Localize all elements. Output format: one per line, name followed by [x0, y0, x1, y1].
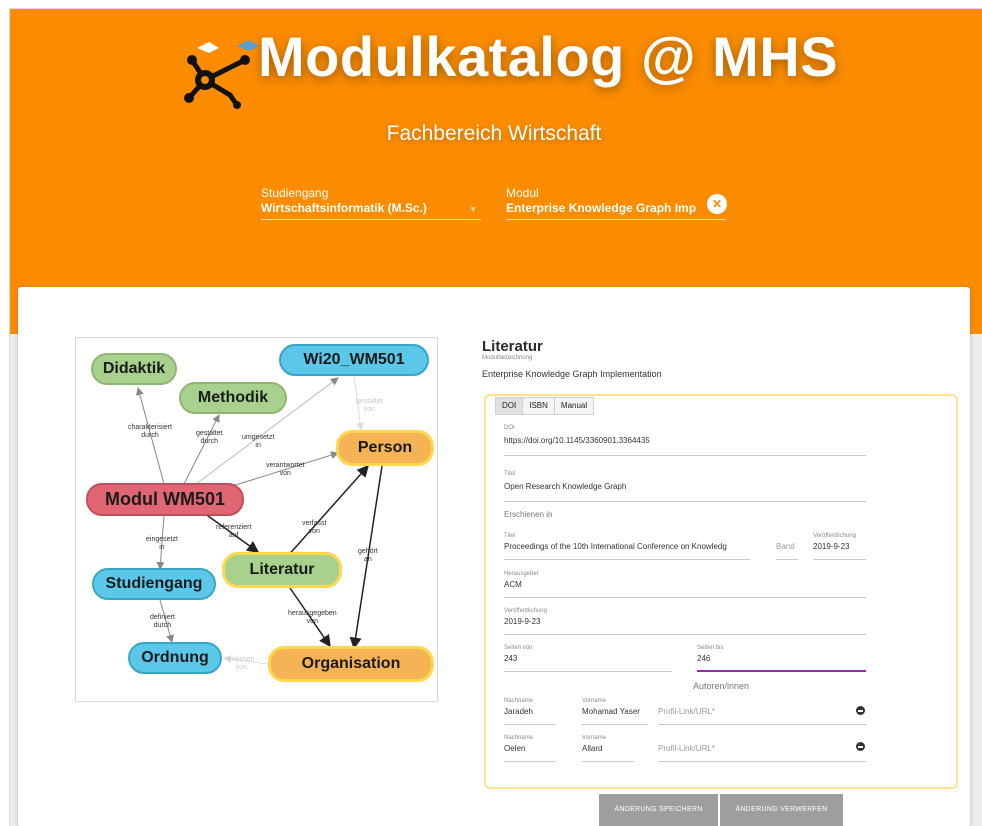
edge-label-verfasst: verfasst von	[302, 520, 327, 535]
discard-changes-button[interactable]: ÄNDERUNG VERWERFEN	[720, 794, 843, 826]
node-methodik[interactable]: Methodik	[179, 382, 287, 414]
pages-from-field[interactable]: Seiten von 243	[504, 644, 672, 672]
author-firstname-value: Mohamad Yaser	[582, 707, 640, 716]
chevron-down-icon: ▼	[469, 205, 477, 214]
venue-title-label: Titel	[504, 533, 516, 539]
venue-date-value: 2019-9-23	[813, 542, 850, 551]
author-profile-placeholder: Profil-Link/URL*	[658, 707, 715, 716]
doi-value: https://doi.org/10.1145/3360901.3364435	[504, 436, 650, 445]
author-firstname-label: Vorname	[582, 698, 607, 704]
edge-label-gehoert: gehört an	[358, 548, 378, 563]
edge-label-gestaltet-von: gestaltet von	[356, 398, 383, 413]
publisher-field[interactable]: Herausgeber ACM	[504, 570, 866, 598]
edge-label-definiert: definiert durch	[150, 614, 175, 629]
author-firstname-field[interactable]: Vorname Allard	[582, 734, 634, 762]
remove-author-icon[interactable]	[856, 706, 865, 715]
node-wi20-wm501[interactable]: Wi20_WM501	[279, 344, 429, 376]
study-program-label: Studiengang	[261, 186, 329, 200]
title-value: Open Research Knowledge Graph	[504, 482, 627, 491]
study-program-select[interactable]: Studiengang Wirtschaftsinformatik (M.Sc.…	[261, 186, 481, 220]
author-firstname-label: Vorname	[582, 735, 607, 741]
author-profile-placeholder: Profil-Link/URL*	[658, 744, 715, 753]
venue-title-field[interactable]: Titel Proceedings of the 10th Internatio…	[504, 532, 750, 560]
node-modul-wm501[interactable]: Modul WM501	[86, 483, 244, 516]
node-literatur[interactable]: Literatur	[222, 552, 342, 588]
venue-title-value: Proceedings of the 10th International Co…	[504, 542, 727, 551]
publisher-value: ACM	[504, 580, 522, 589]
edge-label-umgesetzt: umgesetzt in	[242, 434, 275, 449]
node-organisation[interactable]: Organisation	[268, 646, 434, 682]
venue-date-field[interactable]: Veröffentlichung 2019-9-23	[813, 532, 866, 560]
node-didaktik[interactable]: Didaktik	[91, 353, 177, 385]
doi-label: DOI	[504, 425, 515, 431]
band-field[interactable]: Band	[776, 532, 798, 560]
edge-label-herausgegeben: herausgegeben von	[288, 610, 337, 625]
title-field[interactable]: Titel Open Research Knowledge Graph	[504, 470, 866, 502]
edge-label-eingesetzt: eingesetzt in	[146, 536, 178, 551]
remove-author-icon[interactable]	[856, 742, 865, 751]
study-program-value: Wirtschaftsinformatik (M.Sc.)	[261, 201, 427, 215]
knowledge-graph: Didaktik Methodik Wi20_WM501 Person Modu…	[75, 337, 438, 702]
module-label: Modul	[506, 186, 539, 200]
edge-label-referenziert: referenziert auf	[216, 524, 252, 539]
pages-to-value: 246	[697, 654, 711, 663]
publication-date-field[interactable]: Veröffentlichung 2019-9-23	[504, 607, 866, 635]
edge-label-charakterisiert: charakterisiert durch	[128, 424, 172, 439]
module-value: Enterprise Knowledge Graph Implementatio…	[506, 201, 696, 215]
author-lastname-field[interactable]: Nachname Oelen	[504, 734, 556, 762]
module-select[interactable]: Modul Enterprise Knowledge Graph Impleme…	[506, 186, 726, 220]
pages-from-value: 243	[504, 654, 518, 663]
publication-date-value: 2019-9-23	[504, 617, 541, 626]
logo-icon	[184, 40, 259, 109]
edge-label-verantwortet: verantwortet von	[266, 462, 305, 477]
edge-label-gestaltet: gestaltet durch	[196, 430, 223, 445]
doi-field[interactable]: DOI https://doi.org/10.1145/3360901.3364…	[504, 424, 866, 456]
authors-heading: Autoren/innen	[692, 681, 750, 691]
module-name-value: Enterprise Knowledge Graph Implementatio…	[482, 369, 662, 379]
author-profile-field[interactable]: Profil-Link/URL*	[658, 734, 866, 762]
author-lastname-field[interactable]: Nachname Jaradeh	[504, 697, 556, 725]
tab-manual[interactable]: Manual	[554, 398, 594, 414]
node-person[interactable]: Person	[336, 430, 434, 466]
author-firstname-value: Allard	[582, 744, 603, 753]
author-lastname-value: Jaradeh	[504, 707, 533, 716]
publication-date-label: Veröffentlichung	[504, 608, 547, 614]
author-profile-field[interactable]: Profil-Link/URL*	[658, 697, 866, 725]
venue-date-label: Veröffentlichung	[813, 533, 856, 539]
edge-label-erlassen: erlassen von	[228, 656, 255, 671]
published-in-heading: Erschienen in	[504, 510, 553, 519]
input-mode-tabs: DOI ISBN Manual	[495, 397, 595, 415]
band-placeholder: Band	[776, 542, 795, 551]
author-lastname-label: Nachname	[504, 698, 534, 704]
tab-isbn[interactable]: ISBN	[523, 398, 555, 414]
app-title: Modulkatalog @ MHS	[258, 25, 839, 88]
pages-from-label: Seiten von	[504, 645, 533, 651]
page-subtitle: Fachbereich Wirtschaft	[386, 122, 602, 145]
title-label: Titel	[504, 471, 516, 477]
save-changes-button[interactable]: ÄNDERUNG SPEICHERN	[599, 794, 718, 826]
node-ordnung[interactable]: Ordnung	[128, 642, 222, 674]
pages-to-field[interactable]: Seiten bis 246	[697, 644, 866, 672]
author-lastname-label: Nachname	[504, 735, 534, 741]
publisher-label: Herausgeber	[504, 571, 539, 577]
literature-title: Literatur	[482, 338, 543, 355]
module-name-label: Modulbezeichnung	[482, 355, 533, 361]
clear-icon[interactable]: ✕	[707, 194, 727, 214]
author-firstname-field[interactable]: Vorname Mohamad Yaser	[582, 697, 648, 725]
tab-doi[interactable]: DOI	[496, 398, 524, 414]
node-studiengang[interactable]: Studiengang	[92, 568, 216, 600]
author-lastname-value: Oelen	[504, 744, 526, 753]
pages-to-label: Seiten bis	[697, 645, 724, 651]
